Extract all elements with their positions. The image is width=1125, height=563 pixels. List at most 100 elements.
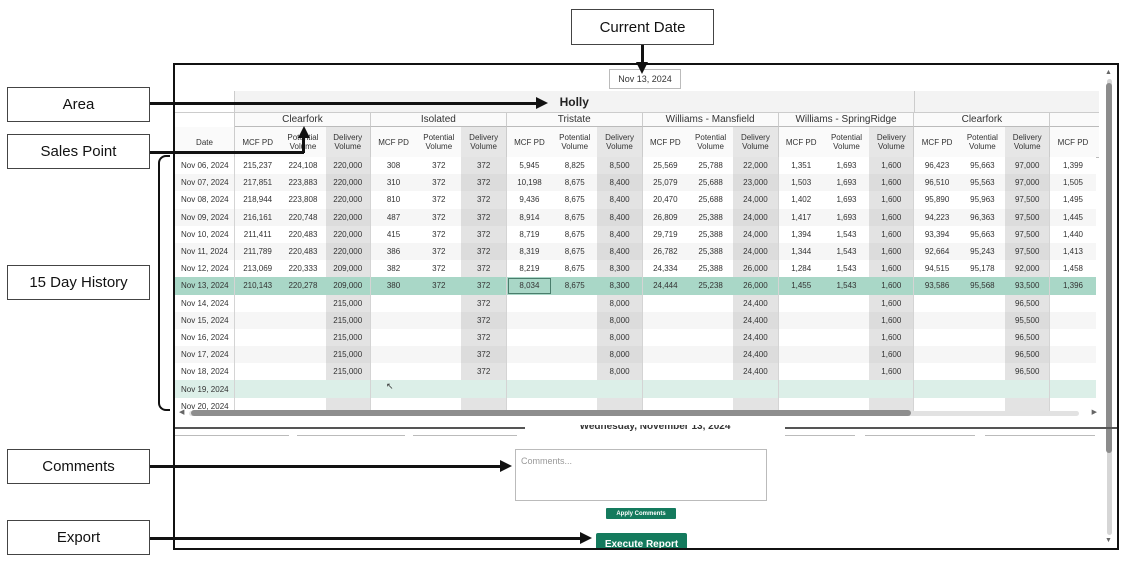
grid-cell[interactable] [642, 380, 688, 398]
grid-cell[interactable]: 95,890 [914, 191, 960, 209]
grid-cell[interactable] [461, 380, 507, 398]
grid-cell[interactable]: 96,500 [1005, 346, 1051, 364]
grid-cell[interactable]: 97,000 [1005, 157, 1051, 175]
grid-cell[interactable]: 9,436 [506, 191, 553, 209]
grid-cell[interactable]: 386 [370, 242, 417, 261]
grid-cell[interactable] [778, 328, 824, 347]
grid-cell[interactable]: 8,675 [552, 208, 598, 226]
grid-cell[interactable]: 93,586 [914, 277, 960, 295]
grid-cell[interactable] [914, 380, 960, 398]
grid-cell[interactable]: 24,000 [733, 225, 779, 243]
grid-cell[interactable] [506, 294, 553, 312]
grid-cell[interactable] [235, 346, 281, 364]
table-row[interactable]: Nov 07, 2024 217,851 223,883 220,000 310 372 3… [175, 174, 1096, 192]
grid-cell[interactable] [959, 311, 1006, 329]
table-row[interactable]: Nov 08, 2024 218,944 223,808 220,000 810 372 3… [175, 191, 1096, 209]
grid-cell[interactable]: 1,600 [869, 225, 915, 243]
grid-cell[interactable]: 211,411 [235, 225, 281, 243]
grid-cell[interactable]: 96,500 [1005, 363, 1051, 381]
chevron-up-icon[interactable]: ▲ [1105, 69, 1112, 76]
grid-cell[interactable]: 215,000 [325, 328, 371, 347]
grid-cell[interactable]: 220,483 [280, 225, 326, 243]
vertical-scrollbar[interactable]: ▲ ▼ [1105, 69, 1113, 544]
grid-cell[interactable]: 372 [416, 208, 462, 226]
grid-cell[interactable]: 92,664 [914, 242, 960, 261]
grid-cell[interactable] [823, 311, 870, 329]
grid-cell[interactable] [823, 328, 870, 347]
grid-cell[interactable]: 372 [461, 191, 507, 209]
grid-cell[interactable] [778, 294, 824, 312]
grid-cell[interactable]: 5,945 [506, 157, 553, 175]
grid-cell[interactable]: 8,000 [597, 328, 643, 347]
grid-cell[interactable]: 8,675 [552, 191, 598, 209]
grid-cell[interactable]: 220,483 [280, 242, 326, 261]
grid-cell[interactable] [370, 328, 417, 347]
grid-cell[interactable] [1050, 380, 1096, 398]
grid-cell[interactable]: 372 [416, 277, 462, 295]
table-row[interactable]: Nov 12, 2024 213,069 220,333 209,000 382 372 3… [175, 260, 1096, 278]
grid-cell[interactable]: 96,500 [1005, 328, 1051, 347]
grid-cell[interactable]: 1,600 [869, 277, 915, 295]
grid-cell[interactable]: 24,000 [733, 242, 779, 261]
grid-cell[interactable]: 1,600 [869, 208, 915, 226]
grid-cell[interactable]: 25,688 [687, 174, 734, 192]
grid-cell[interactable]: 1,495 [1050, 191, 1096, 209]
grid-cell[interactable]: 1,396 [1050, 277, 1096, 295]
grid-cell[interactable] [959, 363, 1006, 381]
grid-cell[interactable] [733, 380, 779, 398]
chevron-down-icon[interactable]: ▼ [1105, 537, 1112, 544]
grid-cell[interactable] [552, 328, 598, 347]
grid-cell[interactable]: 1,543 [823, 225, 870, 243]
grid-cell[interactable]: 24,000 [733, 208, 779, 226]
grid-cell[interactable]: 415 [370, 225, 417, 243]
grid-cell[interactable]: 209,000 [325, 260, 371, 278]
grid-cell[interactable]: 8,219 [506, 260, 553, 278]
grid-cell[interactable] [687, 363, 734, 381]
grid-cell[interactable]: 1,693 [823, 174, 870, 192]
grid-cell[interactable]: 1,600 [869, 260, 915, 278]
grid-cell[interactable]: 8,400 [597, 174, 643, 192]
grid-cell[interactable] [280, 311, 326, 329]
grid-cell[interactable]: 24,444 [642, 277, 688, 295]
grid-cell[interactable]: 95,563 [959, 174, 1006, 192]
grid-cell[interactable] [959, 380, 1006, 398]
grid-cell[interactable]: 29,719 [642, 225, 688, 243]
grid-cell[interactable] [506, 380, 553, 398]
grid-cell[interactable]: 372 [461, 242, 507, 261]
grid-cell[interactable]: 8,000 [597, 346, 643, 364]
grid-cell[interactable]: 215,000 [325, 311, 371, 329]
grid-cell[interactable]: 1,351 [778, 157, 824, 175]
grid-cell[interactable] [642, 363, 688, 381]
grid-cell[interactable] [823, 380, 870, 398]
grid-cell[interactable]: 25,079 [642, 174, 688, 192]
grid-cell[interactable]: 372 [461, 260, 507, 278]
grid-cell[interactable]: 25,388 [687, 242, 734, 261]
table-row[interactable]: Nov 16, 2024 215,000 372 8,000 24,400 1,600 96… [175, 328, 1096, 347]
grid-cell[interactable] [1050, 346, 1096, 364]
grid-cell[interactable] [687, 380, 734, 398]
grid-cell[interactable]: 8,300 [597, 260, 643, 278]
grid-cell[interactable] [778, 380, 824, 398]
grid-cell[interactable]: 223,808 [280, 191, 326, 209]
grid-cell[interactable] [416, 346, 462, 364]
grid-cell[interactable]: 215,000 [325, 294, 371, 312]
grid-cell[interactable] [687, 346, 734, 364]
grid-cell[interactable]: 8,675 [552, 174, 598, 192]
grid-cell[interactable] [552, 380, 598, 398]
grid-cell[interactable] [416, 380, 462, 398]
grid-cell[interactable]: 24,400 [733, 346, 779, 364]
grid-cell[interactable]: 1,600 [869, 363, 915, 381]
grid-cell[interactable] [325, 380, 371, 398]
grid-cell[interactable] [1050, 363, 1096, 381]
grid-cell[interactable] [280, 328, 326, 347]
grid-cell[interactable]: 8,034 [506, 277, 553, 295]
grid-cell[interactable] [370, 363, 417, 381]
grid-cell[interactable]: 224,108 [280, 157, 326, 175]
grid-cell[interactable]: 10,198 [506, 174, 553, 192]
grid-cell[interactable]: 372 [461, 208, 507, 226]
grid-cell[interactable]: 810 [370, 191, 417, 209]
grid-cell[interactable] [778, 363, 824, 381]
grid-cell[interactable] [914, 346, 960, 364]
grid-cell[interactable] [235, 363, 281, 381]
grid-cell[interactable] [552, 363, 598, 381]
